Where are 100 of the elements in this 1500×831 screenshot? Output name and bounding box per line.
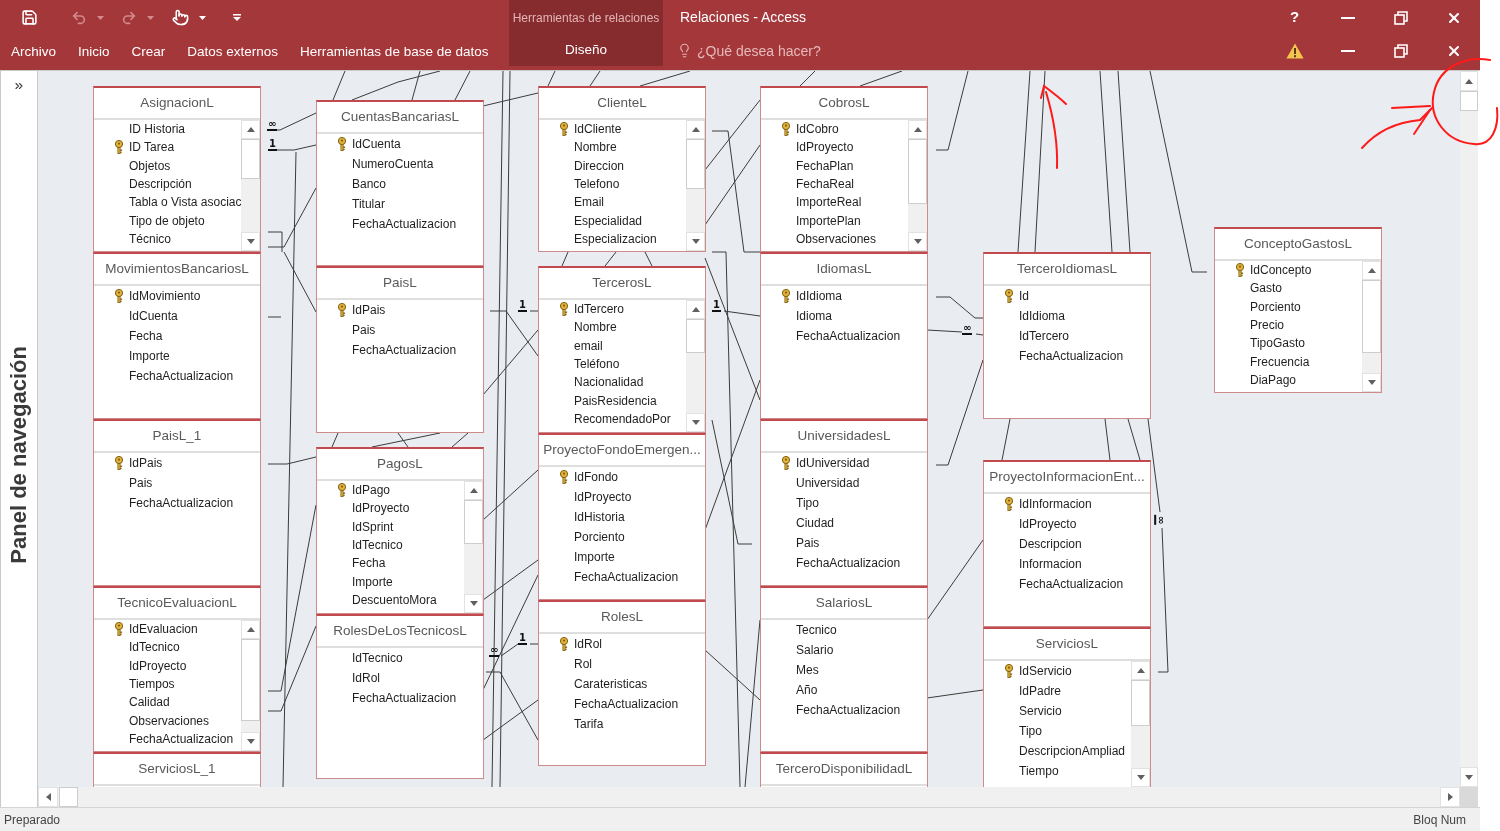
field-name[interactable]: Pais xyxy=(352,323,376,337)
scrollbar[interactable] xyxy=(464,481,483,613)
table-window[interactable]: ProyectoFondoEmergen... IdFondo IdProyecto IdHistoria Porciento Importe FechaActualizacion xyxy=(538,433,706,600)
field-name[interactable]: IdProyecto xyxy=(1019,517,1077,531)
field-name[interactable]: Año xyxy=(796,683,818,697)
field-name[interactable]: Nacionalidad xyxy=(574,375,644,390)
scrollbar[interactable] xyxy=(241,620,260,751)
field-name[interactable]: FechaActualizacion xyxy=(574,570,679,584)
ribbon-tab[interactable]: Datos externos xyxy=(176,37,290,68)
field-name[interactable]: FechaActualizacion xyxy=(796,703,901,717)
table-window[interactable]: AsignacionL ID Historia ID Tarea Objetos Descripción Tabla o Vista asociac Tipo de objeto Técnico xyxy=(93,86,261,252)
field-name[interactable]: TipoGasto xyxy=(1250,336,1305,351)
field-name[interactable]: IdCliente xyxy=(574,122,622,137)
field-name[interactable]: IdCobro xyxy=(796,122,839,137)
field-name[interactable]: Tiempo xyxy=(1019,764,1059,778)
field-name[interactable]: DescuentoMora xyxy=(352,592,437,607)
field-name[interactable]: Banco xyxy=(352,177,387,191)
ribbon-tab[interactable]: Archivo xyxy=(0,37,67,68)
field-name[interactable]: IdIdioma xyxy=(796,289,843,303)
field-name[interactable]: Rol xyxy=(574,657,592,671)
ribbon-tab[interactable]: Crear xyxy=(120,37,177,68)
scroll-right-button[interactable] xyxy=(1440,787,1460,807)
field-name[interactable]: Tecnico xyxy=(796,623,837,637)
field-name[interactable]: IdMovimiento xyxy=(129,289,201,303)
field-name[interactable]: Carateristicas xyxy=(574,677,648,691)
field-name[interactable]: Tarifa xyxy=(574,717,604,731)
field-name[interactable]: Fecha xyxy=(352,556,386,571)
field-name[interactable]: IdPais xyxy=(352,303,386,317)
scrollbar[interactable] xyxy=(241,120,260,251)
field-name[interactable]: FechaReal xyxy=(796,177,855,192)
scrollbar-thumb[interactable] xyxy=(241,139,260,179)
field-name[interactable]: FechaActualizacion xyxy=(352,343,457,357)
field-name[interactable]: FechaActualizacion xyxy=(352,691,457,705)
field-name[interactable]: ImportePlan xyxy=(796,213,861,228)
scroll-up-button[interactable] xyxy=(686,300,705,319)
scrollbar[interactable] xyxy=(38,787,1460,807)
scroll-down-button[interactable] xyxy=(241,732,260,751)
field-name[interactable]: Telefono xyxy=(574,177,620,192)
scrollbar-thumb[interactable] xyxy=(1460,91,1478,111)
field-name[interactable]: IdUniversidad xyxy=(796,456,870,470)
ribbon-tab[interactable]: Inicio xyxy=(67,37,121,68)
field-name[interactable]: Idioma xyxy=(796,309,833,323)
field-name[interactable]: Titular xyxy=(352,197,385,211)
table-window[interactable]: ServiciosL IdServicio IdPadre Servicio Tipo DescripcionAmpliad Tiempo xyxy=(983,627,1151,787)
table-window[interactable]: IdiomasL IdIdioma Idioma FechaActualizacion xyxy=(760,252,928,419)
field-name[interactable]: Importe xyxy=(129,349,170,363)
field-name[interactable]: Frecuencia xyxy=(1250,354,1310,369)
table-window[interactable]: ProyectoInformacionEnt... IdInformacion IdProyecto Descripcion Informacion FechaActualizacion xyxy=(983,460,1151,627)
scroll-up-button[interactable] xyxy=(1460,71,1478,91)
scroll-down-button[interactable] xyxy=(1362,373,1381,392)
scroll-down-button[interactable] xyxy=(908,232,927,251)
field-name[interactable]: Importe xyxy=(574,550,615,564)
field-name[interactable]: IdTecnico xyxy=(352,538,403,553)
scrollbar[interactable] xyxy=(908,120,927,251)
table-window[interactable]: TecnicoEvaluacionL IdEvaluacion IdTecnico IdProyecto Tiempos Calidad Observaciones FechaActualizacion xyxy=(93,586,261,752)
field-name[interactable]: Calidad xyxy=(129,695,170,710)
scroll-up-button[interactable] xyxy=(464,481,483,500)
field-name[interactable]: Id xyxy=(1019,289,1029,303)
table-window[interactable]: RolesDeLosTecnicosL IdTecnico IdRol FechaActualizacion xyxy=(316,614,484,779)
field-name[interactable]: IdPadre xyxy=(1019,684,1062,698)
field-name[interactable]: IdTercero xyxy=(1019,329,1070,343)
field-name[interactable]: DiaPago xyxy=(1250,372,1297,387)
table-window[interactable]: ClienteL IdCliente Nombre Direccion Telefono Email Especialidad Especializacion xyxy=(538,86,706,252)
field-name[interactable]: IdSprint xyxy=(352,519,394,534)
scroll-down-button[interactable] xyxy=(686,232,705,251)
field-name[interactable]: FechaActualizacion xyxy=(796,556,901,570)
field-name[interactable]: IdPais xyxy=(129,456,163,470)
table-window[interactable]: PagosL IdPago IdProyecto IdSprint IdTecnico Fecha Importe DescuentoMora xyxy=(316,447,484,614)
field-name[interactable]: DescripcionAmpliad xyxy=(1019,744,1126,758)
field-name[interactable]: ImporteReal xyxy=(796,195,862,210)
field-name[interactable]: Importe xyxy=(352,574,393,589)
field-name[interactable]: IdTecnico xyxy=(129,640,180,655)
field-name[interactable]: PaisResidencia xyxy=(574,393,657,408)
field-name[interactable]: IdIdioma xyxy=(1019,309,1066,323)
scrollbar[interactable] xyxy=(686,120,705,251)
field-name[interactable]: Tipo xyxy=(796,496,819,510)
field-name[interactable]: FechaActualizacion xyxy=(129,496,234,510)
field-name[interactable]: Servicio xyxy=(1019,704,1062,718)
table-window[interactable]: PaisL_1 IdPais Pais FechaActualizacion xyxy=(93,419,261,586)
field-name[interactable]: Direccion xyxy=(574,158,624,173)
scrollbar-thumb[interactable] xyxy=(1362,280,1381,353)
scrollbar-thumb[interactable] xyxy=(686,319,705,353)
field-name[interactable]: Tabla o Vista asociac xyxy=(129,195,242,210)
field-name[interactable]: FechaActualizacion xyxy=(1019,349,1124,363)
field-name[interactable]: Tipo de objeto xyxy=(129,213,205,228)
table-window[interactable]: RolesL IdRol Rol Carateristicas FechaActualizacion Tarifa xyxy=(538,600,706,766)
field-name[interactable]: ID Historia xyxy=(129,122,185,137)
field-name[interactable]: FechaActualizacion xyxy=(574,697,679,711)
scroll-left-button[interactable] xyxy=(38,787,58,807)
scroll-down-button[interactable] xyxy=(241,232,260,251)
scrollbar[interactable] xyxy=(1460,71,1478,787)
field-name[interactable]: Descripcion xyxy=(1019,537,1082,551)
field-name[interactable]: IdInformacion xyxy=(1019,497,1092,511)
field-name[interactable]: IdConcepto xyxy=(1250,263,1312,278)
scrollbar-thumb[interactable] xyxy=(908,139,927,204)
scroll-up-button[interactable] xyxy=(1362,261,1381,280)
field-name[interactable]: Observaciones xyxy=(796,231,877,246)
scroll-up-button[interactable] xyxy=(241,120,260,139)
field-name[interactable]: IdEvaluacion xyxy=(129,622,198,637)
field-name[interactable]: Precio xyxy=(1250,318,1284,333)
